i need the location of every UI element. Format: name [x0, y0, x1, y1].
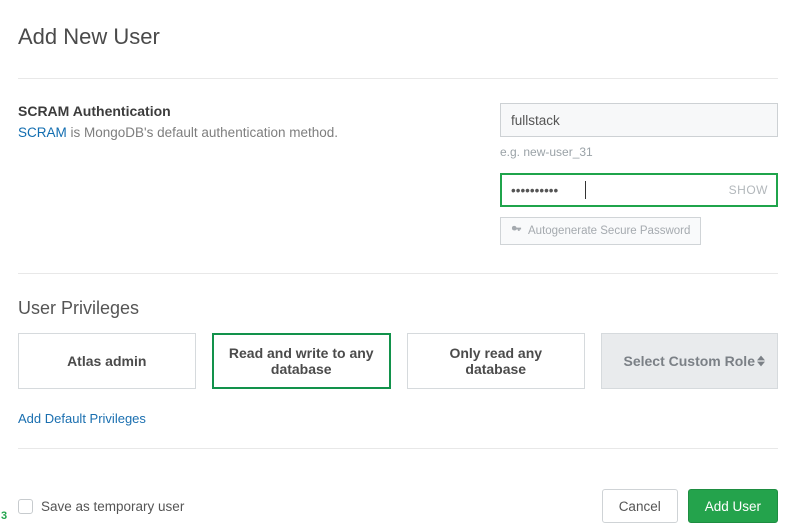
chevron-updown-icon	[757, 356, 765, 367]
username-input-wrap	[500, 103, 778, 137]
divider-1	[18, 78, 778, 79]
priv-card-label: Select Custom Role	[624, 353, 755, 369]
priv-card-read-only[interactable]: Only read any database	[407, 333, 585, 389]
priv-card-label: Atlas admin	[67, 353, 146, 369]
password-input-wrap: SHOW	[500, 173, 778, 207]
priv-card-label: Read and write to any database	[224, 345, 380, 377]
auth-form: e.g. new-user_31 SHOW Autogenerate Secur…	[500, 103, 778, 245]
show-password-button[interactable]: SHOW	[729, 183, 768, 197]
add-user-button[interactable]: Add User	[688, 489, 778, 523]
divider-3	[18, 448, 778, 449]
corner-number: 3	[1, 510, 7, 522]
cancel-button[interactable]: Cancel	[602, 489, 678, 523]
auth-section: SCRAM Authentication SCRAM is MongoDB's …	[18, 103, 778, 245]
username-hint: e.g. new-user_31	[500, 145, 778, 159]
page-title: Add New User	[18, 24, 778, 50]
divider-2	[18, 273, 778, 274]
temporary-user-checkbox-wrap[interactable]: Save as temporary user	[18, 499, 184, 514]
username-input[interactable]	[500, 103, 778, 137]
priv-card-atlas-admin[interactable]: Atlas admin	[18, 333, 196, 389]
footer: Save as temporary user Cancel Add User	[18, 489, 778, 523]
text-cursor	[585, 181, 586, 199]
temporary-user-label: Save as temporary user	[41, 499, 184, 514]
privileges-row: Atlas admin Read and write to any databa…	[18, 333, 778, 389]
autogenerate-password-label: Autogenerate Secure Password	[528, 225, 690, 237]
footer-buttons: Cancel Add User	[602, 489, 778, 523]
add-default-privileges-link[interactable]: Add Default Privileges	[18, 411, 146, 426]
scram-link[interactable]: SCRAM	[18, 125, 67, 140]
auth-description-block: SCRAM Authentication SCRAM is MongoDB's …	[18, 103, 430, 245]
temporary-user-checkbox[interactable]	[18, 499, 33, 514]
auth-description-rest: is MongoDB's default authentication meth…	[67, 125, 338, 140]
privileges-title: User Privileges	[18, 298, 778, 319]
auth-description: SCRAM is MongoDB's default authenticatio…	[18, 125, 430, 140]
priv-card-custom-role[interactable]: Select Custom Role	[601, 333, 779, 389]
priv-card-label: Only read any database	[418, 345, 574, 377]
auth-title: SCRAM Authentication	[18, 103, 430, 119]
autogenerate-password-button[interactable]: Autogenerate Secure Password	[500, 217, 701, 245]
priv-card-read-write[interactable]: Read and write to any database	[212, 333, 392, 389]
key-icon	[511, 224, 522, 238]
